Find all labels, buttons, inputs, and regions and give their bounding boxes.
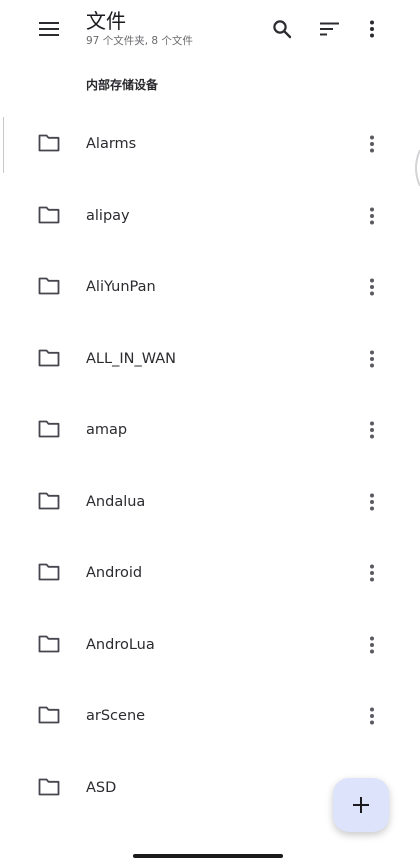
app-bar: 文件 97 个文件夹, 8 个文件 — [0, 0, 420, 64]
folder-row[interactable]: Alarms — [0, 109, 420, 181]
folder-icon — [38, 134, 60, 152]
folder-name: Android — [86, 565, 143, 581]
folder-row[interactable]: Andalua — [0, 467, 420, 539]
folder-name: Alarms — [86, 136, 137, 152]
more-vert-icon — [370, 707, 374, 725]
search-icon — [273, 20, 292, 39]
more-vert-icon — [370, 636, 374, 653]
add-button[interactable] — [333, 778, 389, 832]
folder-name: arScene — [86, 708, 146, 724]
folder-icon — [38, 563, 60, 581]
folder-list: Alarms alipay AliYunPan ALL_IN_WANamap Andal… — [0, 109, 420, 824]
folder-row[interactable]: Android — [0, 538, 420, 610]
folder-row[interactable]: arScene — [0, 681, 420, 753]
folder-more-button[interactable] — [360, 274, 384, 300]
folder-more-button[interactable] — [360, 131, 384, 157]
page-title: 文件 — [86, 9, 126, 33]
title-block: 文件 97 个文件夹, 8 个文件 — [86, 9, 193, 48]
more-vert-icon — [370, 493, 374, 510]
menu-icon — [39, 22, 59, 36]
folder-more-button[interactable] — [360, 346, 384, 372]
add-icon — [353, 797, 369, 813]
menu-button[interactable] — [36, 18, 62, 40]
folder-name: ALL_IN_WAN — [86, 350, 177, 367]
folder-more-button[interactable] — [360, 489, 384, 515]
folder-row[interactable]: AndroLua — [0, 610, 420, 682]
folder-name: amap — [86, 422, 128, 438]
folder-icon — [38, 635, 60, 652]
folder-icon — [38, 492, 60, 509]
folder-more-button[interactable] — [360, 203, 384, 229]
folder-name: alipay — [86, 207, 130, 224]
folder-more-button[interactable] — [360, 417, 384, 443]
folder-icon — [38, 706, 60, 724]
more-vert-icon — [370, 564, 374, 582]
folder-icon — [38, 420, 60, 438]
more-vert-icon — [370, 20, 374, 38]
more-vert-icon — [370, 421, 374, 439]
folder-name: ASD — [86, 779, 117, 796]
more-vert-icon — [370, 135, 374, 153]
folder-more-button[interactable] — [360, 703, 384, 729]
folder-icon — [38, 277, 60, 295]
more-options-button[interactable] — [359, 16, 385, 42]
more-vert-icon — [370, 278, 374, 296]
folder-row[interactable]: amap — [0, 395, 420, 467]
home-indicator[interactable] — [133, 854, 283, 858]
folder-name: AliYunPan — [86, 279, 156, 295]
folder-icon — [38, 206, 60, 223]
folder-name: Andalua — [86, 493, 146, 510]
more-vert-icon — [370, 350, 374, 367]
section-header: 内部存储设备 — [86, 78, 159, 92]
more-vert-icon — [370, 207, 374, 224]
sort-button[interactable] — [317, 16, 343, 42]
folder-row[interactable]: alipay — [0, 181, 420, 253]
page-subtitle: 97 个文件夹, 8 个文件 — [86, 35, 193, 47]
folder-more-button[interactable] — [360, 560, 384, 586]
folder-more-button[interactable] — [360, 632, 384, 658]
folder-row[interactable]: AliYunPan — [0, 252, 420, 324]
search-button[interactable] — [269, 16, 295, 42]
folder-icon — [38, 778, 60, 795]
folder-name: AndroLua — [86, 636, 155, 653]
folder-icon — [38, 349, 60, 366]
sort-icon — [320, 22, 339, 36]
folder-row[interactable]: ALL_IN_WAN — [0, 324, 420, 396]
